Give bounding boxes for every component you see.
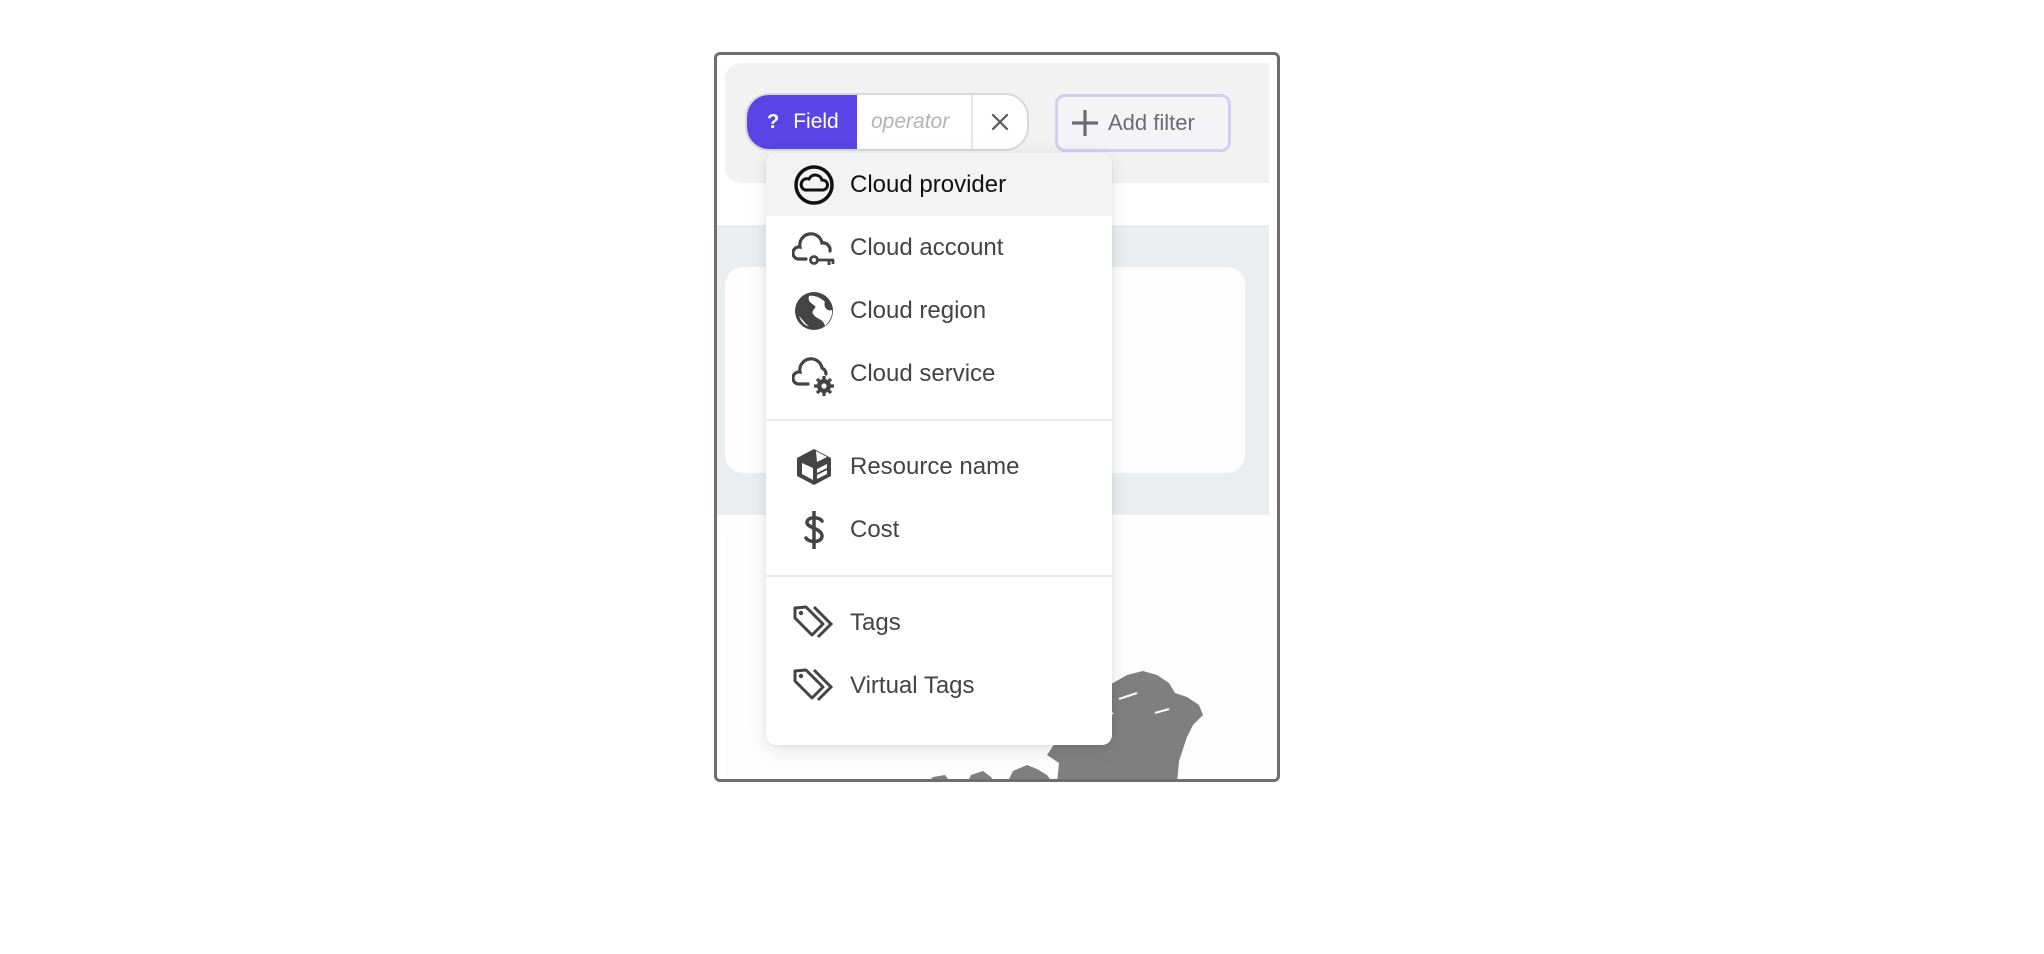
field-label: Field (793, 110, 839, 133)
operator-placeholder: operator (871, 110, 950, 133)
add-filter-button[interactable]: Add filter (1055, 94, 1231, 152)
globe-icon (792, 289, 836, 333)
menu-item-label: Cost (850, 515, 900, 543)
menu-item-label: Cloud account (850, 233, 1004, 261)
menu-item-tags[interactable]: Tags (766, 591, 1112, 654)
tags-icon (792, 601, 836, 645)
menu-item-cloud-region[interactable]: Cloud region (766, 279, 1112, 342)
menu-divider (766, 419, 1112, 421)
close-icon (991, 113, 1009, 131)
field-selector[interactable]: ? Field (747, 95, 857, 149)
menu-divider (766, 575, 1112, 577)
plus-icon (1072, 110, 1098, 136)
menu-item-label: Cloud provider (850, 170, 1007, 198)
box-icon (792, 445, 836, 489)
menu-item-cloud-service[interactable]: Cloud service (766, 342, 1112, 405)
dollar-icon (792, 508, 836, 552)
cloud-gear-icon (792, 352, 836, 396)
remove-filter-button[interactable] (973, 95, 1027, 149)
operator-selector[interactable]: operator (857, 95, 973, 149)
cloud-key-icon (792, 226, 836, 270)
field-dropdown-menu: Cloud provider Cloud account Cloud regio… (766, 153, 1112, 745)
menu-item-cloud-account[interactable]: Cloud account (766, 216, 1112, 279)
menu-item-label: Resource name (850, 452, 1020, 480)
menu-item-label: Cloud service (850, 359, 996, 387)
menu-item-label: Cloud region (850, 296, 987, 324)
menu-item-resource-name[interactable]: Resource name (766, 435, 1112, 498)
menu-item-label: Virtual Tags (850, 671, 975, 699)
menu-item-cloud-provider[interactable]: Cloud provider (766, 153, 1112, 216)
menu-item-virtual-tags[interactable]: Virtual Tags (766, 654, 1112, 717)
tags-icon (792, 664, 836, 708)
question-icon: ? (767, 110, 780, 133)
app-frame: ? Field operator Add filter Cloud provid… (714, 52, 1280, 782)
filter-chip[interactable]: ? Field operator (745, 93, 1029, 151)
menu-item-label: Tags (850, 608, 901, 636)
cloud-circle-icon (792, 163, 836, 207)
add-filter-label: Add filter (1108, 110, 1195, 135)
menu-item-cost[interactable]: Cost (766, 498, 1112, 561)
